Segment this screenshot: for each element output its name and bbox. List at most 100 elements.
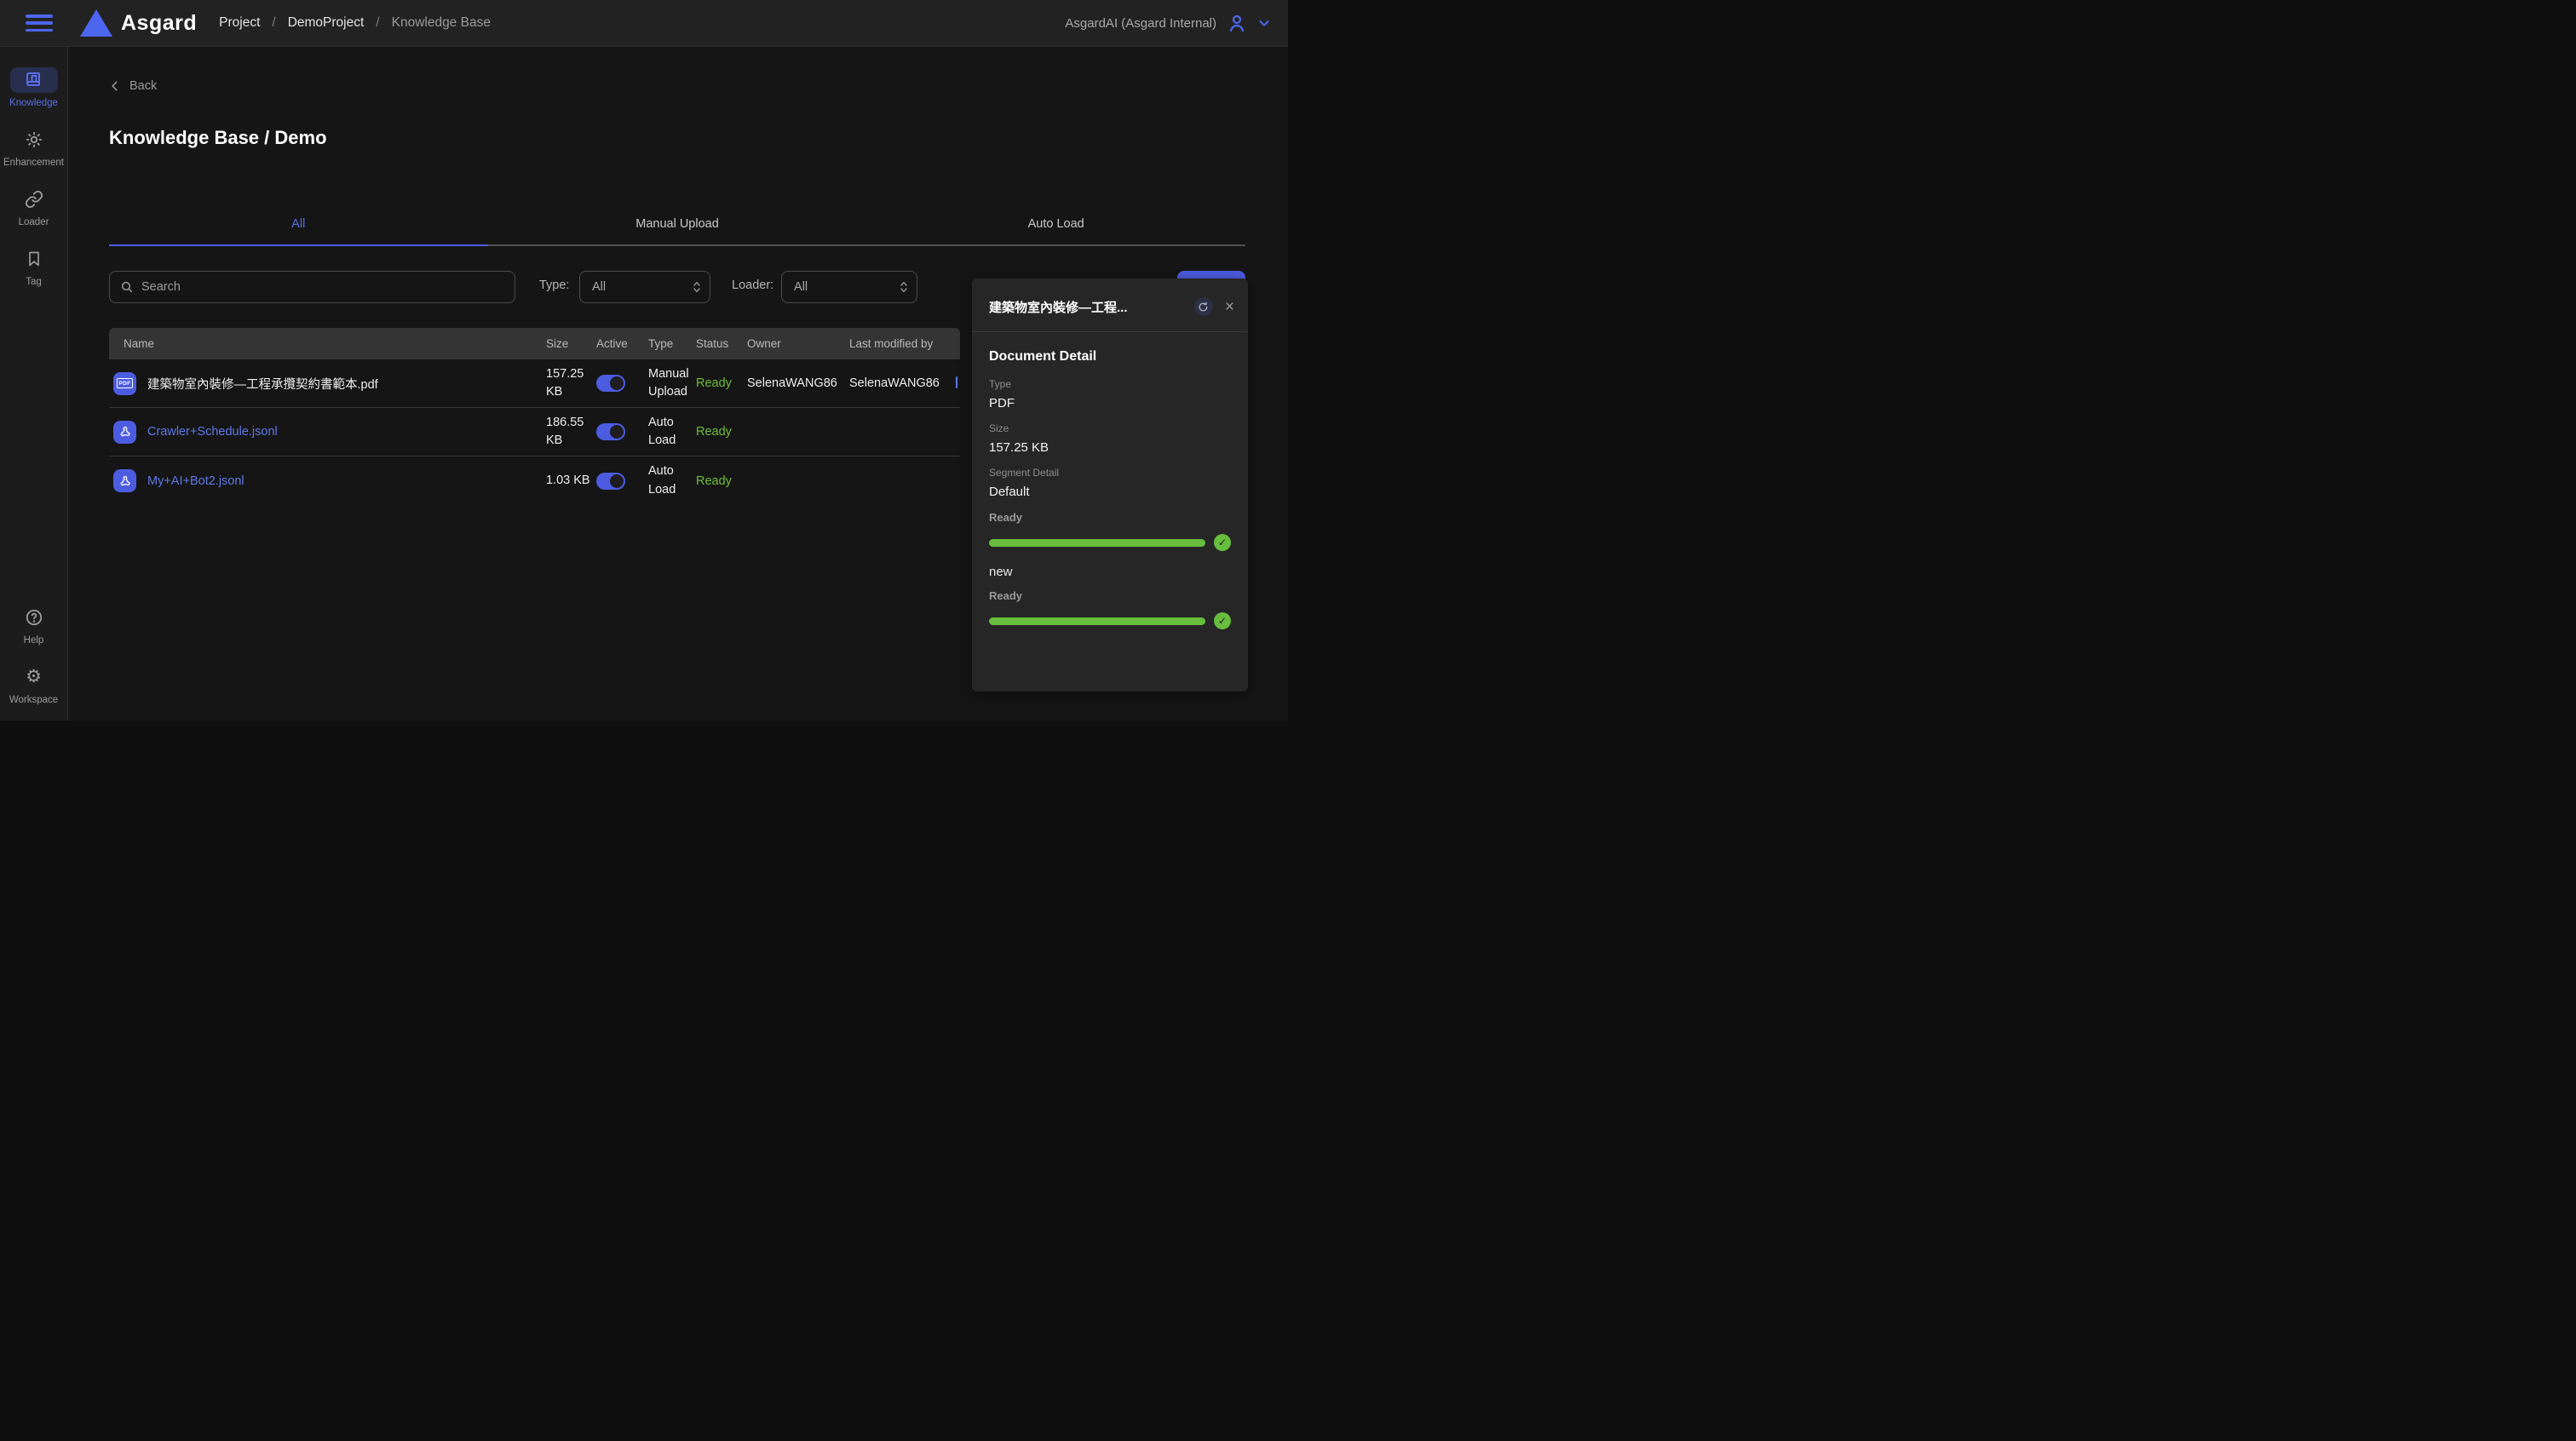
documents-table: Name Size Active Type Status Owner Last …	[109, 328, 960, 505]
segment-progress-new: new Ready ✓	[989, 565, 1231, 629]
refresh-icon[interactable]	[1194, 297, 1213, 316]
hamburger-menu-icon[interactable]	[26, 14, 53, 32]
file-name[interactable]: 建築物室內裝修—工程承攬契約書範本.pdf	[147, 375, 378, 393]
breadcrumb-separator: /	[272, 15, 275, 31]
loader-filter-value: All	[794, 280, 808, 294]
column-header-status: Status	[696, 337, 747, 350]
account-label: AsgardAI (Asgard Internal)	[1065, 16, 1216, 31]
check-circle-icon: ✓	[1214, 534, 1231, 551]
active-toggle[interactable]	[596, 473, 625, 490]
tab-manual-upload[interactable]: Manual Upload	[488, 217, 867, 246]
asgard-logo-icon	[80, 9, 112, 37]
file-type: Auto Load	[648, 414, 696, 450]
jsonl-file-icon	[113, 421, 136, 444]
sidebar-item-label: Tag	[26, 277, 42, 287]
status-badge: Ready	[696, 474, 747, 488]
back-chevron-icon	[109, 80, 121, 92]
column-header-active: Active	[596, 337, 648, 350]
app-window: Asgard Project / DemoProject / Knowledge…	[0, 0, 1288, 720]
check-circle-icon: ✓	[1214, 612, 1231, 629]
modified-by-cell: SelenaWANG86	[849, 376, 960, 390]
file-size: 1.03 KB	[546, 472, 596, 490]
breadcrumb-separator: /	[376, 15, 379, 31]
sidebar-item-enhancement[interactable]: Enhancement	[3, 127, 64, 168]
document-detail-panel: 建築物室內裝修—工程... × Document Detail Type PDF…	[972, 278, 1248, 692]
brand-name: Asgard	[121, 11, 197, 36]
sidebar-item-label: Knowledge	[9, 98, 58, 108]
page-title: Knowledge Base / Demo	[109, 127, 327, 149]
loader-filter-select[interactable]: All	[781, 271, 917, 303]
gear-icon: ⚙	[10, 664, 58, 690]
tab-all[interactable]: All	[109, 217, 488, 246]
sidebar-item-tag[interactable]: Tag	[10, 246, 58, 287]
search-icon	[120, 280, 134, 294]
bookmark-icon	[10, 246, 58, 272]
sidebar-item-label: Loader	[19, 217, 49, 227]
file-size: 186.55 KB	[546, 414, 596, 450]
breadcrumb-project[interactable]: Project	[219, 15, 260, 31]
column-header-size: Size	[546, 337, 596, 350]
status-badge: Ready	[696, 425, 747, 439]
help-circle-icon	[10, 605, 58, 630]
account-chevron-down-icon[interactable]	[1257, 16, 1271, 30]
table-row[interactable]: Crawler+Schedule.jsonl 186.55 KB Auto Lo…	[109, 408, 960, 456]
book-icon	[24, 70, 44, 90]
progress-bar	[989, 539, 1205, 547]
detail-field-size: Size 157.25 KB	[989, 422, 1231, 455]
table-row[interactable]: My+AI+Bot2.jsonl 1.03 KB Auto Load Ready	[109, 456, 960, 505]
top-bar: Asgard Project / DemoProject / Knowledge…	[0, 0, 1288, 47]
detail-field-type: Type PDF	[989, 378, 1231, 410]
panel-section-title: Document Detail	[989, 349, 1231, 365]
segment-progress-default: Ready ✓	[989, 511, 1231, 551]
column-header-owner: Owner	[747, 337, 849, 350]
sun-icon	[10, 127, 58, 152]
breadcrumb-demoproject[interactable]: DemoProject	[288, 15, 365, 31]
file-name-link[interactable]: Crawler+Schedule.jsonl	[147, 425, 278, 439]
table-row[interactable]: PDF 建築物室內裝修—工程承攬契約書範本.pdf 157.25 KB Manu…	[109, 359, 960, 408]
search-box[interactable]	[109, 271, 515, 303]
sidebar-item-label: Help	[24, 635, 44, 646]
tab-auto-load[interactable]: Auto Load	[866, 217, 1245, 246]
search-input[interactable]	[141, 280, 504, 294]
file-type: Manual Upload	[648, 365, 696, 401]
progress-bar	[989, 617, 1205, 625]
type-filter-value: All	[592, 280, 606, 294]
column-header-name: Name	[109, 337, 546, 350]
active-toggle[interactable]	[596, 375, 625, 392]
link-icon	[10, 187, 58, 212]
active-toggle[interactable]	[596, 423, 625, 440]
breadcrumb-knowledge-base: Knowledge Base	[392, 15, 491, 31]
sidebar-item-label: Workspace	[9, 695, 58, 705]
file-type: Auto Load	[648, 462, 696, 498]
file-name-link[interactable]: My+AI+Bot2.jsonl	[147, 474, 244, 488]
active-item-pill	[10, 67, 58, 93]
sidebar-item-label: Enhancement	[3, 158, 64, 168]
sidebar-item-loader[interactable]: Loader	[10, 187, 58, 227]
sidebar-item-workspace[interactable]: ⚙ Workspace	[9, 664, 58, 705]
breadcrumb: Project / DemoProject / Knowledge Base	[219, 15, 491, 31]
user-avatar-icon[interactable]	[1227, 13, 1247, 33]
back-button[interactable]: Back	[109, 79, 157, 93]
select-updown-icon	[693, 280, 701, 294]
pdf-file-icon: PDF	[113, 372, 136, 395]
sidebar: Knowledge Enhancement Loader Tag Help	[0, 47, 68, 720]
status-badge: Ready	[696, 376, 747, 390]
file-size: 157.25 KB	[546, 365, 596, 401]
table-header-row: Name Size Active Type Status Owner Last …	[109, 328, 960, 359]
column-header-last-modified-by: Last modified by	[849, 337, 960, 350]
loader-filter-label: Loader:	[732, 278, 773, 292]
back-label: Back	[129, 79, 157, 93]
truncated-action-indicator	[956, 376, 958, 388]
sidebar-item-knowledge[interactable]: Knowledge	[9, 67, 58, 108]
sidebar-item-help[interactable]: Help	[10, 605, 58, 646]
panel-title: 建築物室內裝修—工程...	[989, 298, 1173, 316]
column-header-type: Type	[648, 337, 696, 350]
owner-cell: SelenaWANG86	[747, 376, 849, 390]
tab-bar: All Manual Upload Auto Load	[109, 217, 1245, 246]
select-updown-icon	[900, 280, 908, 294]
close-icon[interactable]: ×	[1225, 299, 1234, 315]
type-filter-label: Type:	[539, 278, 569, 292]
jsonl-file-icon	[113, 469, 136, 492]
type-filter-select[interactable]: All	[579, 271, 710, 303]
detail-field-segment-detail: Segment Detail Default	[989, 467, 1231, 499]
